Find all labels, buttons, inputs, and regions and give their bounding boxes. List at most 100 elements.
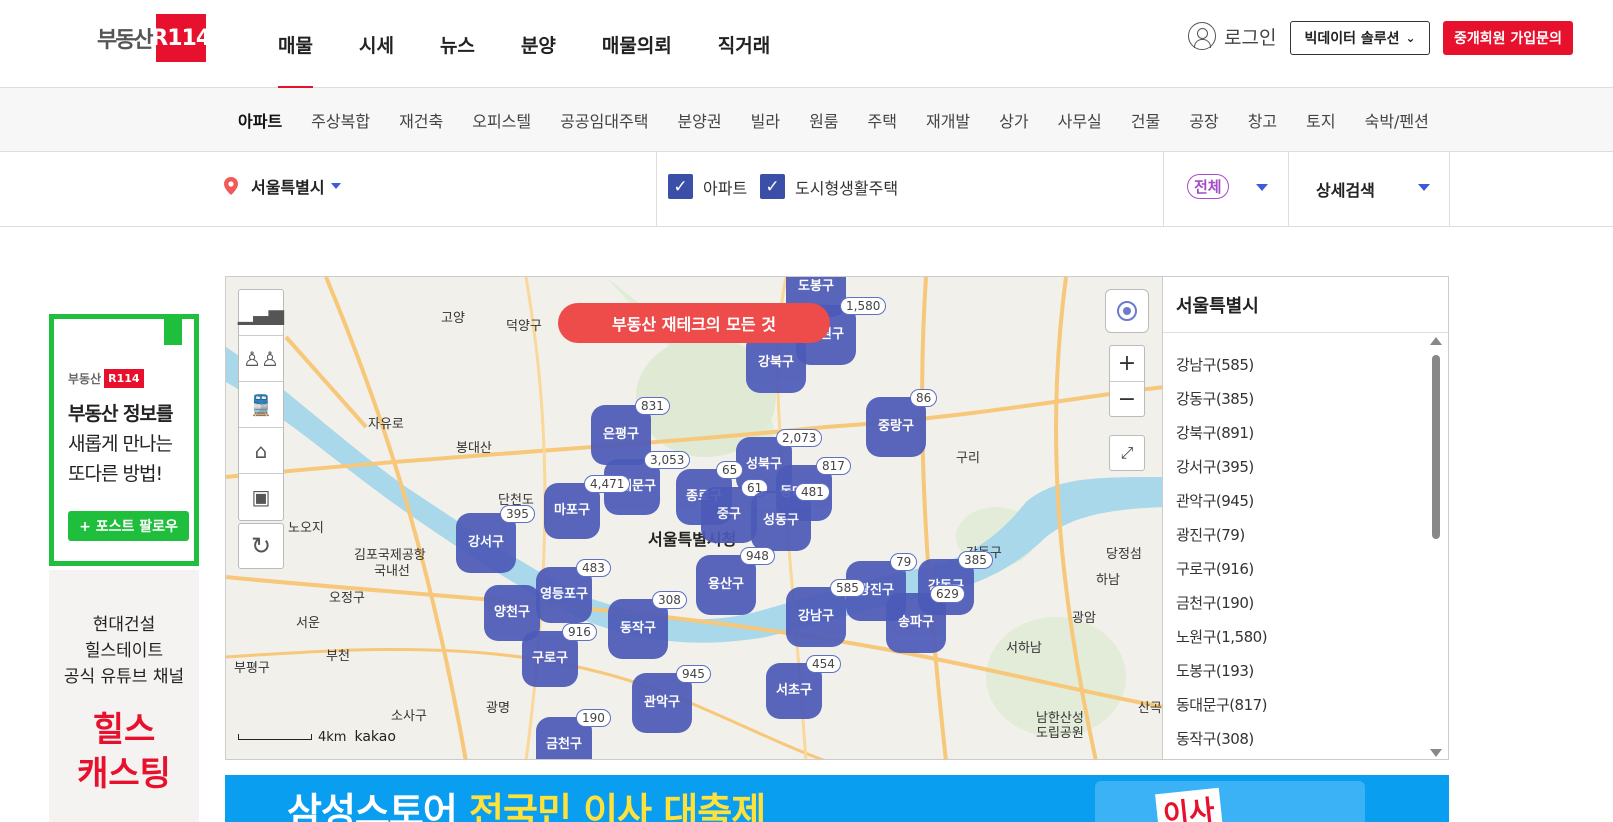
divider — [656, 152, 657, 227]
property-type-tab[interactable]: 아파트 — [238, 88, 282, 152]
scroll-down-icon[interactable] — [1430, 749, 1442, 757]
scroll-up-icon[interactable] — [1430, 337, 1442, 345]
district-list-item[interactable]: 도봉구(193) — [1176, 653, 1267, 687]
district-list-item[interactable]: 강북구(891) — [1176, 415, 1267, 449]
divider — [1163, 152, 1164, 227]
bigdata-solution-button[interactable]: 빅데이터 솔루션 ⌄ — [1290, 21, 1430, 55]
property-type-tab[interactable]: 공공임대주택 — [560, 88, 648, 152]
menu-item-prices[interactable]: 시세 — [359, 0, 394, 88]
hillstate-youtube-ad[interactable]: 현대건설 힐스테이트 공식 유튜브 채널 힐스 캐스팅 — [49, 570, 199, 822]
scroll-thumb[interactable] — [1432, 355, 1440, 539]
zoom-out-button[interactable]: − — [1110, 381, 1144, 416]
ad2-big-text: 힐스 캐스팅 — [49, 708, 199, 796]
menu-item-presale[interactable]: 분양 — [521, 0, 556, 88]
property-type-tab[interactable]: 오피스텔 — [472, 88, 531, 152]
main-menu: 매물 시세 뉴스 분양 매물의뢰 직거래 — [278, 0, 816, 89]
ad2-line: 현대건설 — [92, 615, 156, 635]
checkbox-apartment-label: 아파트 — [703, 178, 748, 198]
school-icon[interactable]: ⌂ — [239, 428, 283, 474]
map-label: 광암 — [1072, 611, 1096, 626]
banner-text-yellow: 전국민 이사 대축제 — [469, 790, 766, 822]
cluster-count-badge: 86 — [910, 389, 938, 407]
subway-icon[interactable]: 🚆 — [239, 382, 283, 428]
property-type-tab[interactable]: 빌라 — [751, 88, 780, 152]
samsung-store-banner[interactable]: 삼성스토어 전국민 이사 대축제 이사 — [225, 775, 1449, 822]
ad-logo: 부동산 R114 — [68, 369, 144, 388]
cluster-count-badge: 1,580 — [840, 297, 887, 315]
property-type-tab[interactable]: 토지 — [1306, 88, 1335, 152]
fullscreen-icon[interactable]: ⤢ — [1109, 435, 1145, 471]
property-type-tab[interactable]: 사무실 — [1058, 88, 1102, 152]
people-icon[interactable]: ♙♙ — [239, 336, 283, 382]
my-location-icon[interactable] — [1105, 289, 1149, 333]
refresh-icon[interactable]: ↻ — [238, 523, 284, 569]
join-inquiry-button[interactable]: 중개회원 가입문의 — [1443, 21, 1573, 55]
menu-item-news[interactable]: 뉴스 — [440, 0, 475, 88]
property-type-tab[interactable]: 주상복합 — [311, 88, 370, 152]
all-filter-select[interactable]: 전체 — [1187, 174, 1229, 199]
caret-down-icon[interactable] — [1256, 184, 1268, 191]
district-panel: 서울특별시 강남구(585) 강동구(385) 강북구(891) 강서구(395) 관악… — [1163, 276, 1449, 760]
login-link[interactable]: 로그인 — [1188, 22, 1276, 50]
property-type-tab[interactable]: 숙박/펜션 — [1365, 88, 1429, 152]
property-type-tab[interactable]: 재개발 — [926, 88, 970, 152]
property-type-tab[interactable]: 재건축 — [399, 88, 443, 152]
menu-item-request[interactable]: 매물의뢰 — [602, 0, 672, 88]
property-type-tab[interactable]: 창고 — [1248, 88, 1277, 152]
district-list-item[interactable]: 금천구(190) — [1176, 585, 1267, 619]
checkbox-apartment[interactable]: ✓ 아파트 — [668, 174, 747, 199]
banner-headline: 삼성스토어 전국민 이사 대축제 — [287, 781, 766, 822]
district-list-item[interactable]: 동대문구(817) — [1176, 687, 1268, 721]
property-type-tab[interactable]: 공장 — [1189, 88, 1218, 152]
cluster-count-badge: 79 — [890, 553, 918, 571]
user-icon — [1188, 22, 1216, 50]
district-list-item[interactable]: 광진구(79) — [1176, 517, 1267, 551]
district-list-item[interactable]: 구로구(916) — [1176, 551, 1267, 585]
ad-line: 또다른 방법! — [68, 463, 163, 485]
cluster-count-badge: 481 — [795, 483, 830, 501]
map-label: 고양 — [441, 311, 465, 326]
property-type-tab[interactable]: 상가 — [999, 88, 1028, 152]
menu-item-listings[interactable]: 매물 — [278, 0, 313, 89]
menu-item-direct[interactable]: 직거래 — [718, 0, 770, 88]
district-list-item[interactable]: 강서구(395) — [1176, 449, 1267, 483]
caret-down-icon[interactable] — [1418, 184, 1430, 191]
location-pin-icon — [224, 177, 238, 195]
post-follow-ad[interactable]: 부동산 R114 부동산 정보를 새롭게 만나는 또다른 방법! + 포스트 팔… — [49, 314, 199, 566]
chevron-down-icon: ⌄ — [1405, 31, 1416, 45]
region-select[interactable]: 서울특별시 — [224, 174, 341, 198]
chart-bars-icon[interactable]: ▁▃▅ — [238, 290, 284, 336]
district-list-item[interactable]: 강남구(585) — [1176, 347, 1267, 381]
cctv-icon[interactable]: ▣ — [239, 474, 283, 520]
bookmark-icon — [164, 319, 182, 345]
cluster-count-badge: 308 — [652, 591, 687, 609]
district-list-item[interactable]: 관악구(945) — [1176, 483, 1267, 517]
map-view[interactable]: 고양 덕양구 서울특별시청 구리 하남 김포국제공항 국내선 부천 광명 소사구… — [225, 276, 1163, 760]
post-follow-button[interactable]: + 포스트 팔로우 — [68, 511, 189, 541]
detail-search-button[interactable]: 상세검색 — [1316, 177, 1375, 201]
cluster-count-badge: 3,053 — [644, 451, 691, 469]
site-logo[interactable]: 부동산 R114 — [97, 14, 211, 62]
ad-line: 새롭게 만나는 — [68, 433, 173, 455]
district-list-item[interactable]: 강동구(385) — [1176, 381, 1267, 415]
cluster-count-badge: 817 — [816, 457, 851, 475]
checkbox-city-housing-label: 도시형생활주택 — [795, 178, 899, 198]
district-scrollbar[interactable] — [1430, 337, 1442, 757]
district-list-item[interactable]: 노원구(1,580) — [1176, 619, 1268, 653]
property-type-tab[interactable]: 분양권 — [677, 88, 721, 152]
cluster-count-badge: 948 — [740, 547, 775, 565]
checkbox-city-housing[interactable]: ✓ 도시형생활주택 — [760, 174, 898, 199]
cluster-count-badge: 945 — [676, 665, 711, 683]
cluster-count-badge: 585 — [830, 579, 865, 597]
ad2-line: 힐스테이트 — [84, 641, 164, 661]
property-type-tab[interactable]: 주택 — [868, 88, 897, 152]
bigdata-label: 빅데이터 솔루션 — [1304, 31, 1400, 47]
property-type-tab[interactable]: 원룸 — [809, 88, 838, 152]
property-type-tab[interactable]: 건물 — [1131, 88, 1160, 152]
divider — [1288, 152, 1289, 227]
zoom-in-button[interactable]: + — [1110, 346, 1144, 381]
district-list-item[interactable]: 동작구(308) — [1176, 721, 1267, 755]
cluster-count-badge: 4,471 — [584, 475, 631, 493]
promo-overlay-banner[interactable]: 부동산 재테크의 모든 것 — [558, 303, 830, 343]
ad-line: 부동산 정보를 — [68, 403, 173, 425]
